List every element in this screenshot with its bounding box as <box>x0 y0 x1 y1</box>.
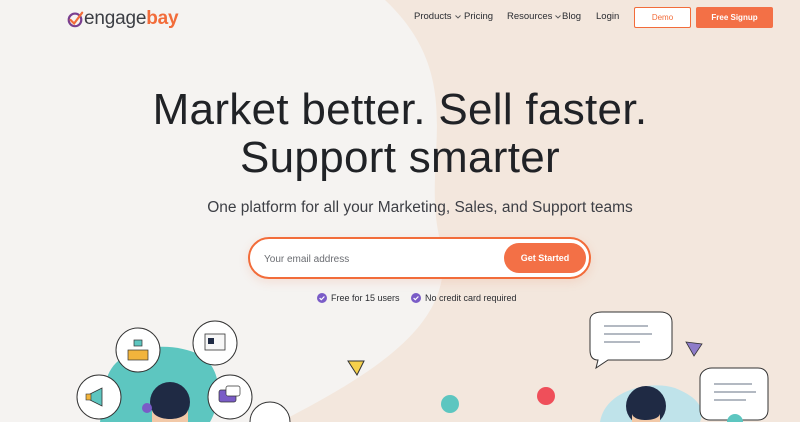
email-input[interactable] <box>264 249 494 269</box>
headline-line-1: Market better. Sell faster. <box>152 85 648 134</box>
headline-line-2: Support smarter <box>240 133 560 182</box>
megaphone-icon <box>76 374 122 420</box>
demo-button[interactable]: Demo <box>634 7 691 28</box>
browser-window-icon <box>192 320 238 366</box>
free-signup-button[interactable]: Free Signup <box>696 7 773 28</box>
perk-label: No credit card required <box>425 293 517 303</box>
support-illustration <box>589 311 769 422</box>
check-circle-icon <box>317 293 327 303</box>
nav-pricing-label: Pricing <box>464 11 494 22</box>
chat-bubble-icon <box>699 367 769 421</box>
perk-free-users: Free for 15 users <box>317 293 400 303</box>
nav-products-label: Products <box>414 11 452 22</box>
perk-label: Free for 15 users <box>331 293 400 303</box>
signup-form: Get Started <box>248 237 591 279</box>
logo-mark-icon <box>67 11 84 28</box>
chevron-down-icon <box>555 14 562 19</box>
get-started-button[interactable]: Get Started <box>504 243 586 273</box>
hero-subheading: One platform for all your Marketing, Sal… <box>207 199 633 216</box>
engagebay-logo[interactable]: engagebay <box>66 8 179 30</box>
marketing-illustration <box>76 320 291 422</box>
podium-icon <box>115 327 161 373</box>
nav-resources-label: Resources <box>507 11 553 22</box>
nav-pricing[interactable]: Pricing <box>464 11 493 22</box>
page-title: Market better. Sell faster. Support smar… <box>0 86 800 182</box>
logo-text: engagebay <box>84 8 179 29</box>
top-navigation: engagebay Products Pricing Resources Blo… <box>0 0 800 40</box>
nav-login-label: Login <box>596 11 620 22</box>
decorative-shapes <box>347 360 555 413</box>
nav-login[interactable]: Login <box>596 11 619 22</box>
nav-resources[interactable]: Resources <box>507 11 562 22</box>
nav-blog[interactable]: Blog <box>562 11 581 22</box>
chat-icon <box>207 374 253 420</box>
nav-products[interactable]: Products <box>414 11 461 22</box>
check-circle-icon <box>411 293 421 303</box>
perk-no-credit-card: No credit card required <box>411 293 517 303</box>
chevron-down-icon <box>454 14 461 19</box>
chat-bubble-icon <box>589 311 673 370</box>
nav-blog-label: Blog <box>562 11 582 22</box>
